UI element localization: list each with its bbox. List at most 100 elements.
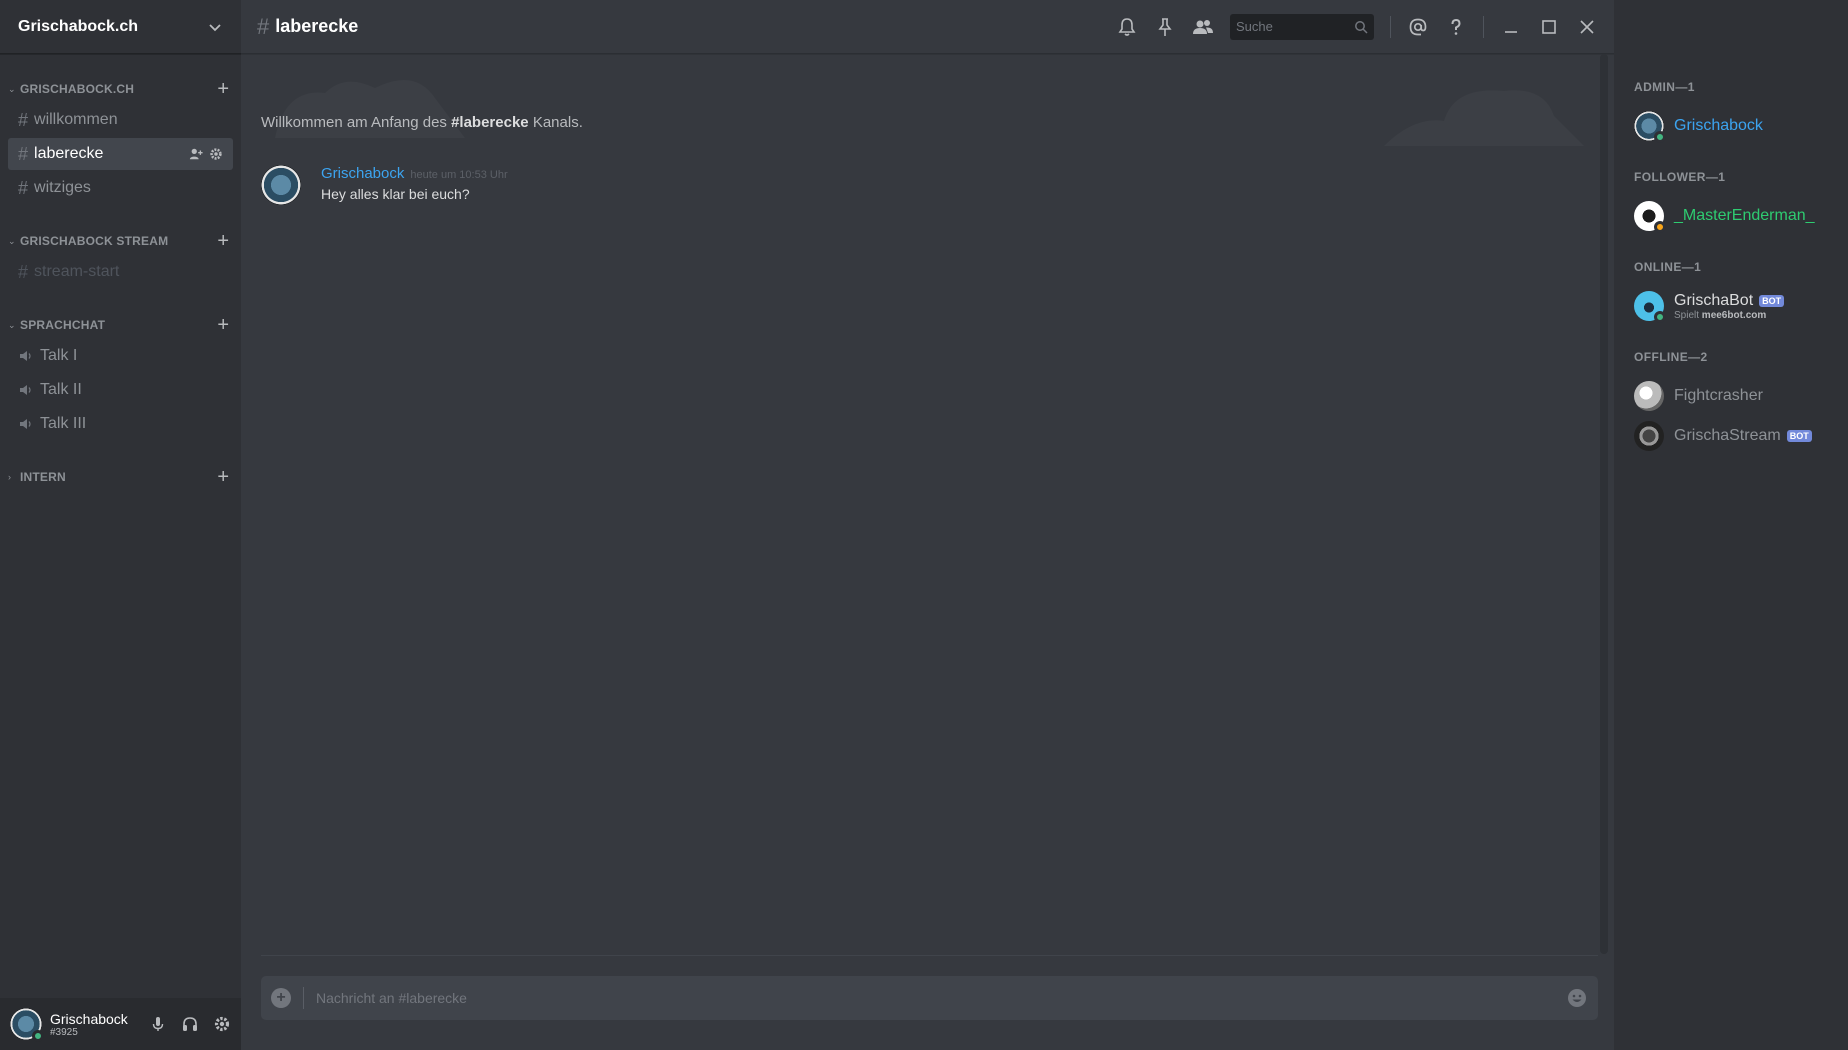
search-input[interactable] <box>1236 19 1346 34</box>
member-name: Fightcrasher <box>1674 387 1763 404</box>
chevron-right-icon: › <box>8 472 11 482</box>
channel-witziges[interactable]: # witziges <box>8 172 233 204</box>
maximize-icon[interactable] <box>1538 16 1560 38</box>
bot-badge: BOT <box>1759 294 1785 307</box>
channel-label: Talk I <box>40 347 78 364</box>
help-icon[interactable] <box>1445 16 1467 38</box>
chat-area: # laberecke Suche Willkommen am Anfang d… <box>241 0 1614 1050</box>
settings-gear-icon[interactable] <box>213 1015 231 1033</box>
scrollbar[interactable] <box>1600 54 1608 954</box>
bot-badge: BOT <box>1786 430 1812 442</box>
search-icon <box>1355 20 1368 34</box>
search-box[interactable] <box>1230 13 1374 40</box>
mentions-icon[interactable] <box>1407 16 1429 38</box>
chevron-down-icon <box>209 23 221 31</box>
channel-laberecke[interactable]: # laberecke <box>8 138 233 170</box>
minimize-icon[interactable] <box>1500 16 1522 38</box>
member-fightcrasher[interactable]: Fightcrasher <box>1622 376 1840 416</box>
emoji-icon[interactable] <box>1566 987 1588 1009</box>
channel-stream-start[interactable]: # stream-start <box>8 256 233 288</box>
server-header[interactable]: Grischabock.ch <box>0 0 241 54</box>
composer-area: + <box>241 955 1614 1050</box>
member-group-follower: FOLLOWER—1 <box>1634 170 1726 184</box>
voice-channel-talk-ii[interactable]: Talk II <box>8 374 233 406</box>
category-sprachchat[interactable]: ⌄ SPRACHCHAT + <box>0 312 241 338</box>
message-content: Hey alles klar bei euch? <box>321 186 470 202</box>
message-author[interactable]: Grischabock <box>321 165 404 182</box>
channel-label: witziges <box>34 179 91 196</box>
user-name: Grischabock <box>50 1010 128 1027</box>
category-label: GRISCHABOCK STREAM <box>20 234 169 248</box>
member-group-online: ONLINE—1 <box>1634 260 1702 274</box>
speaker-icon <box>20 385 31 395</box>
category-intern[interactable]: › INTERN + <box>0 464 241 490</box>
upload-plus-button[interactable]: + <box>271 988 291 1008</box>
member-name: GrischaBot <box>1674 291 1754 309</box>
message-composer: + <box>261 976 1598 1020</box>
member-grischabock[interactable]: Grischabock <box>1622 106 1840 146</box>
bell-icon[interactable] <box>1116 16 1138 38</box>
member-list: ADMIN—1 Grischabock FOLLOWER—1 _MasterEn… <box>1614 0 1848 1050</box>
discord-app: Grischabock.ch ⌄ GRISCHABOCK.CH + # willk… <box>0 0 1848 1050</box>
category-label: GRISCHABOCK.CH <box>20 82 135 96</box>
channel-label: Talk II <box>40 381 82 398</box>
activity-prefix: Spielt <box>1674 309 1702 321</box>
add-channel-icon[interactable]: + <box>217 315 229 335</box>
member-activity: Spielt mee6bot.com <box>1674 310 1784 321</box>
speaker-icon <box>20 351 31 361</box>
channel-sidebar: Grischabock.ch ⌄ GRISCHABOCK.CH + # willk… <box>0 0 241 1050</box>
invite-icon[interactable] <box>189 147 203 161</box>
activity-game: mee6bot.com <box>1701 309 1767 321</box>
member-name: Grischabock <box>1674 117 1763 134</box>
channel-list: ⌄ GRISCHABOCK.CH + # willkommen # labereck… <box>0 54 241 998</box>
member-masterenderman[interactable]: _MasterEnderman_ <box>1622 196 1840 236</box>
avatar[interactable] <box>10 1008 44 1042</box>
channel-label: willkommen <box>34 111 118 128</box>
channel-header: # laberecke <box>241 0 1614 54</box>
channel-willkommen[interactable]: # willkommen <box>8 104 233 136</box>
member-grischabot[interactable]: GrischaBot BOT Spielt mee6bot.com <box>1622 286 1840 326</box>
avatar <box>1634 381 1664 411</box>
members-icon[interactable] <box>1192 16 1214 38</box>
online-status-dot <box>32 1030 44 1042</box>
category-grischabock-ch[interactable]: ⌄ GRISCHABOCK.CH + <box>0 76 241 102</box>
hash-icon: # <box>257 13 270 39</box>
add-channel-icon[interactable]: + <box>217 467 229 487</box>
channel-label: stream-start <box>34 263 120 280</box>
voice-channel-talk-iii[interactable]: Talk III <box>8 408 233 440</box>
member-name: GrischaStream <box>1674 427 1781 444</box>
avatar <box>1634 421 1664 451</box>
online-status-dot <box>1654 311 1666 323</box>
message-timestamp: heute um 10:53 Uhr <box>410 169 508 181</box>
member-group-offline: OFFLINE—2 <box>1634 350 1708 364</box>
separator <box>1390 15 1391 38</box>
hash-icon: # <box>18 109 29 130</box>
category-label: INTERN <box>20 470 66 484</box>
member-grischastream[interactable]: GrischaStream BOT <box>1622 416 1840 456</box>
welcome-suffix: Kanals. <box>528 114 583 131</box>
pin-icon[interactable] <box>1154 16 1176 38</box>
headphones-icon[interactable] <box>181 1015 199 1033</box>
separator <box>303 987 304 1009</box>
category-label: SPRACHCHAT <box>20 318 106 332</box>
add-channel-icon[interactable]: + <box>217 79 229 99</box>
channel-welcome: Willkommen am Anfang des #laberecke Kana… <box>261 114 1594 131</box>
hash-icon: # <box>18 143 29 164</box>
welcome-channel: #laberecke <box>451 114 529 131</box>
welcome-prefix: Willkommen am Anfang des <box>261 114 452 131</box>
channel-label: Talk III <box>40 415 87 432</box>
gear-icon[interactable] <box>209 147 223 161</box>
separator <box>1483 15 1484 38</box>
voice-channel-talk-i[interactable]: Talk I <box>8 340 233 372</box>
message-list: Willkommen am Anfang des #laberecke Kana… <box>241 54 1614 955</box>
close-icon[interactable] <box>1576 16 1598 38</box>
message-input[interactable] <box>316 990 1554 1006</box>
microphone-icon[interactable] <box>149 1015 167 1033</box>
speaker-icon <box>20 419 31 429</box>
avatar[interactable] <box>261 165 301 205</box>
user-tag: #3925 <box>50 1026 78 1038</box>
add-channel-icon[interactable]: + <box>217 231 229 251</box>
idle-status-dot <box>1654 221 1666 233</box>
category-grischabock-stream[interactable]: ⌄ GRISCHABOCK STREAM + <box>0 228 241 254</box>
welcome-illustration-icon <box>1384 90 1584 146</box>
